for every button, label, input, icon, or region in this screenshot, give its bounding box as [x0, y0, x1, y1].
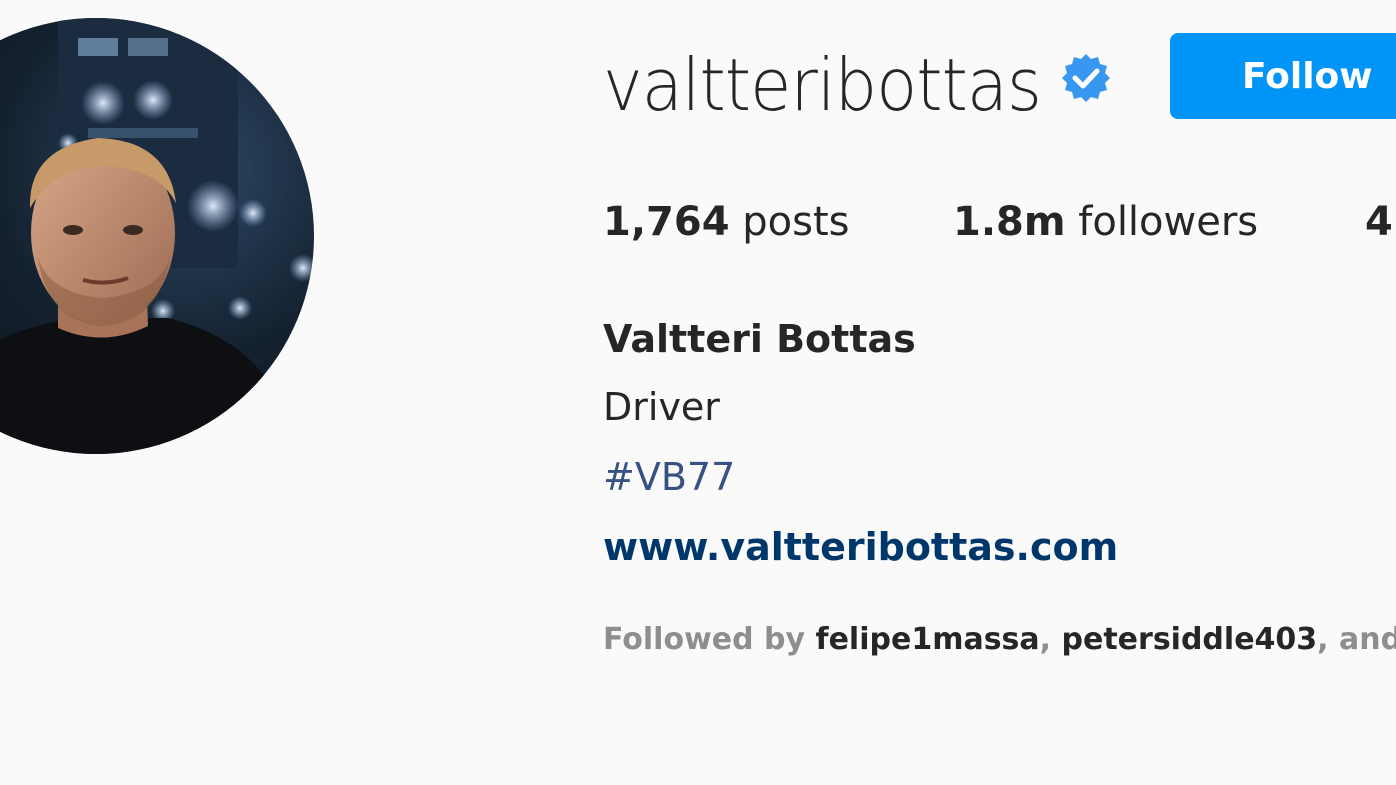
- follow-button[interactable]: Follow: [1170, 33, 1396, 119]
- verified-badge-icon: [1062, 54, 1110, 102]
- followed-by-conjunction: and: [1339, 622, 1396, 657]
- posts-label: posts: [742, 199, 850, 245]
- followed-by-line[interactable]: Followed by felipe1massa, petersiddle403…: [603, 620, 1396, 660]
- followed-by-prefix: Followed by: [603, 622, 806, 657]
- avatar-photo: [0, 18, 314, 454]
- stat-followers[interactable]: 1.8m followers: [953, 192, 1258, 252]
- followed-by-separator: ,: [1317, 622, 1329, 657]
- profile-username: valtteribottas: [603, 43, 1042, 127]
- followed-by-account[interactable]: felipe1massa: [816, 622, 1040, 657]
- bio-hashtag-link[interactable]: #VB77: [603, 452, 735, 502]
- profile-page: valtteribottas Follow 1,764 posts 1.8m f…: [0, 0, 1396, 785]
- followed-by-separator: ,: [1039, 622, 1052, 657]
- following-count: 4: [1365, 199, 1393, 245]
- stat-posts[interactable]: 1,764 posts: [603, 192, 849, 252]
- stat-following[interactable]: 4: [1365, 192, 1393, 252]
- followers-label: followers: [1078, 199, 1259, 245]
- followers-count: 1.8m: [953, 199, 1066, 245]
- profile-website-link[interactable]: www.valtteribottas.com: [603, 522, 1118, 572]
- followed-by-account[interactable]: petersiddle403: [1062, 622, 1318, 657]
- posts-count: 1,764: [603, 199, 730, 245]
- profile-full-name: Valtteri Bottas: [603, 317, 916, 361]
- profile-category: Driver: [603, 385, 720, 429]
- profile-avatar[interactable]: [0, 18, 314, 454]
